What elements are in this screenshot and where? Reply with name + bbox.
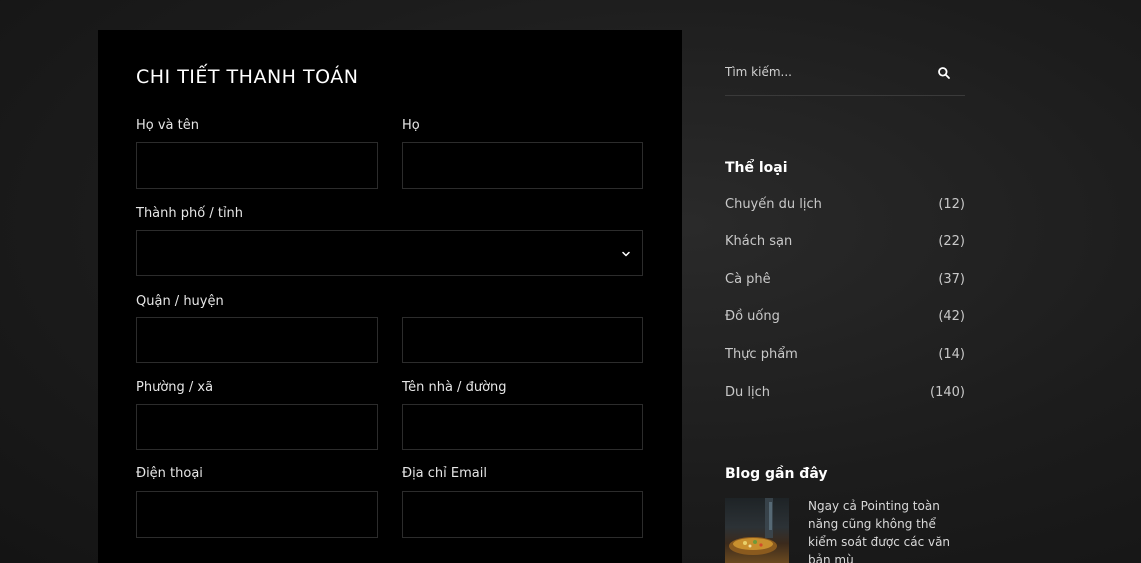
category-label: Cà phê — [725, 271, 771, 287]
category-count: (12) — [938, 196, 965, 212]
billing-panel: CHI TIẾT THANH TOÁN Họ và tên Họ Thành p… — [98, 30, 682, 563]
street-label: Tên nhà / đường — [402, 380, 507, 395]
sidebar-search — [725, 56, 965, 96]
category-label: Du lịch — [725, 384, 770, 400]
category-item[interactable]: Thực phẩm (14) — [725, 344, 965, 364]
category-item[interactable]: Cà phê (37) — [725, 269, 965, 289]
blog-thumbnail[interactable] — [725, 498, 789, 563]
search-input[interactable] — [725, 62, 925, 82]
district-label: Quận / huyện — [136, 294, 224, 309]
category-count: (42) — [938, 308, 965, 324]
first-name-label: Họ và tên — [136, 118, 199, 133]
categories-heading: Thể loại — [725, 160, 788, 176]
city-select[interactable] — [136, 230, 643, 276]
category-item[interactable]: Du lịch (140) — [725, 382, 965, 402]
street-input[interactable] — [402, 404, 643, 450]
billing-title: CHI TIẾT THANH TOÁN — [136, 66, 359, 88]
category-count: (14) — [938, 346, 965, 362]
category-item[interactable]: Chuyến du lịch (12) — [725, 194, 965, 214]
recent-post-title[interactable]: Ngay cả Pointing toàn năng cũng không th… — [808, 497, 968, 563]
category-count: (140) — [930, 384, 965, 400]
district-extra-input[interactable] — [402, 317, 643, 363]
city-label: Thành phố / tỉnh — [136, 206, 244, 221]
phone-input[interactable] — [136, 491, 378, 538]
last-name-label: Họ — [402, 118, 420, 133]
recent-blog-heading: Blog gần đây — [725, 466, 828, 482]
category-count: (37) — [938, 271, 965, 287]
category-item[interactable]: Khách sạn (22) — [725, 231, 965, 251]
blog-thumbnail-image — [729, 498, 777, 555]
category-label: Chuyến du lịch — [725, 196, 822, 212]
category-label: Khách sạn — [725, 233, 793, 249]
email-label: Địa chỉ Email — [402, 466, 487, 481]
chevron-down-icon — [622, 251, 630, 257]
search-icon[interactable] — [937, 66, 951, 80]
category-item[interactable]: Đồ uống (42) — [725, 306, 965, 326]
category-count: (22) — [938, 233, 965, 249]
first-name-input[interactable] — [136, 142, 378, 189]
email-input[interactable] — [402, 491, 643, 538]
category-label: Thực phẩm — [725, 346, 798, 362]
district-input[interactable] — [136, 317, 378, 363]
ward-input[interactable] — [136, 404, 378, 450]
ward-label: Phường / xã — [136, 380, 214, 395]
last-name-input[interactable] — [402, 142, 643, 189]
phone-label: Điện thoại — [136, 466, 203, 481]
category-label: Đồ uống — [725, 308, 780, 324]
